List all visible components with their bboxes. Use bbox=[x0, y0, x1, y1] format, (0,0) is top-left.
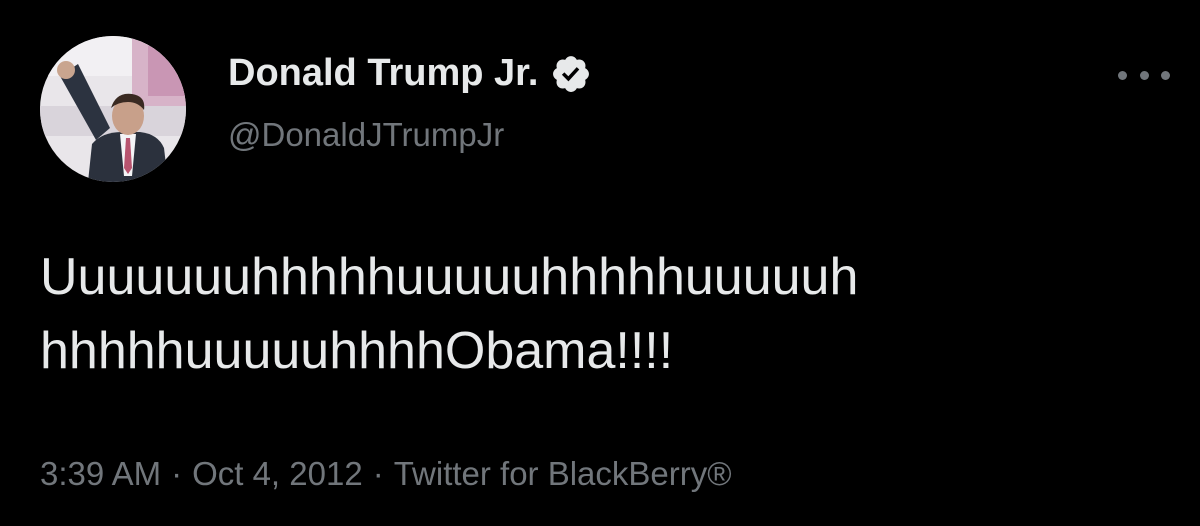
author-name[interactable]: Donald Trump Jr. bbox=[228, 52, 592, 95]
tweet-time[interactable]: 3:39 AM bbox=[40, 455, 161, 492]
more-dot bbox=[1161, 70, 1170, 80]
tweet-card: Donald Trump Jr. @DonaldJTrumpJr Uuuuuuu… bbox=[0, 0, 1200, 526]
more-options-icon[interactable] bbox=[1118, 60, 1170, 90]
avatar-image bbox=[40, 36, 186, 182]
tweet-metadata: 3:39 AM · Oct 4, 2012 · Twitter for BlackBer… bbox=[40, 455, 732, 493]
tweet-text-line: hhhhhuuuuuhhhhObama!!!! bbox=[40, 322, 674, 380]
tweet-text-line: Uuuuuuuhhhhhuuuuuhhhhhuuuuuh bbox=[40, 248, 859, 306]
verified-badge-icon bbox=[550, 53, 592, 95]
author-handle[interactable]: @DonaldJTrumpJr bbox=[228, 116, 504, 154]
avatar[interactable] bbox=[40, 36, 186, 182]
more-dot bbox=[1139, 70, 1149, 80]
tweet-text: Uuuuuuuhhhhhuuuuuhhhhhuuuuuh hhhhhuuuuuh… bbox=[40, 240, 1170, 388]
tweet-source[interactable]: Twitter for BlackBerry® bbox=[394, 455, 732, 492]
author-name-text: Donald Trump Jr. bbox=[228, 52, 539, 94]
tweet-date[interactable]: Oct 4, 2012 bbox=[192, 455, 363, 492]
more-dot bbox=[1118, 70, 1127, 80]
meta-separator: · bbox=[372, 455, 384, 492]
meta-separator: · bbox=[171, 455, 183, 492]
